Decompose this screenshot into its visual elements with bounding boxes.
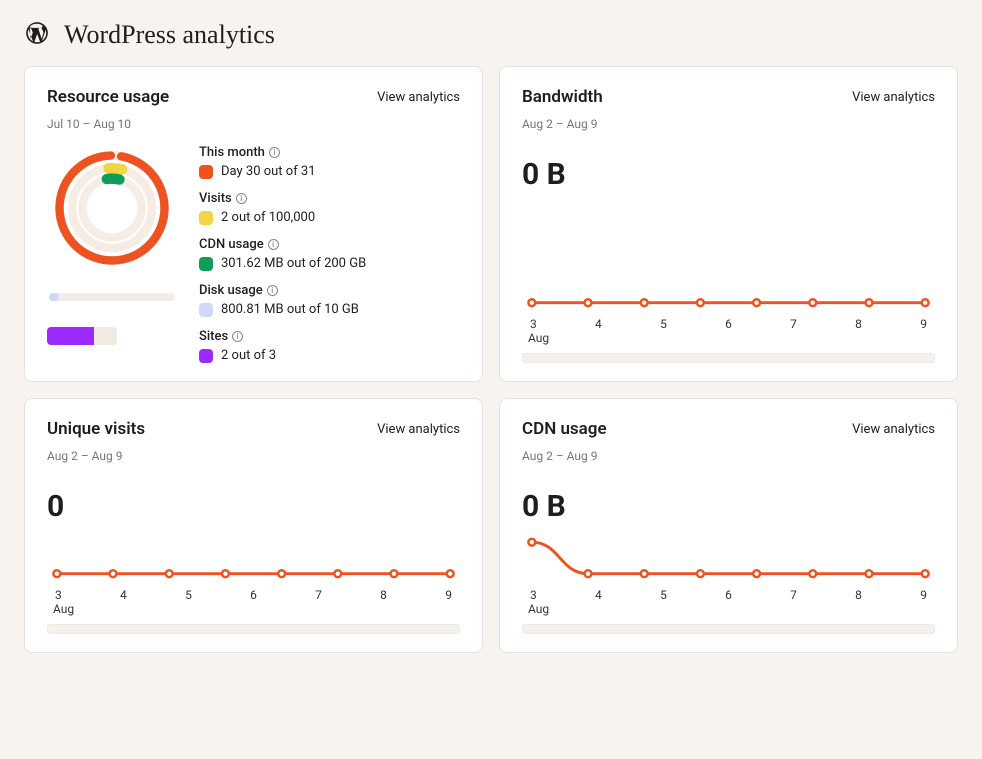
- card-cdn-usage: CDN usage View analytics Aug 2 – Aug 9 0…: [499, 398, 958, 653]
- wordpress-icon: [24, 20, 50, 50]
- legend-label: Visits: [199, 191, 232, 206]
- legend-label: Sites: [199, 329, 228, 344]
- range-slider[interactable]: [522, 624, 935, 634]
- legend-value: Day 30 out of 31: [221, 164, 316, 179]
- x-tick: 9: [920, 588, 927, 602]
- range-slider[interactable]: [522, 353, 935, 363]
- radial-gauge: [49, 145, 175, 271]
- x-tick: 7: [315, 588, 322, 602]
- view-analytics-link[interactable]: View analytics: [377, 90, 460, 105]
- x-tick: 5: [660, 588, 667, 602]
- x-axis-month: Aug: [47, 602, 460, 616]
- view-analytics-link[interactable]: View analytics: [377, 422, 460, 437]
- legend-value: 2 out of 3: [221, 348, 276, 363]
- card-title: Unique visits: [47, 419, 145, 439]
- x-tick: 7: [790, 317, 797, 331]
- x-axis-month: Aug: [522, 331, 935, 345]
- legend-label: This month: [199, 145, 265, 160]
- info-icon[interactable]: i: [267, 285, 278, 296]
- x-tick: 5: [185, 588, 192, 602]
- x-tick: 6: [725, 317, 732, 331]
- x-tick: 3: [530, 588, 537, 602]
- legend-chip: [199, 349, 213, 363]
- card-title: CDN usage: [522, 419, 607, 439]
- x-tick: 6: [725, 588, 732, 602]
- info-icon[interactable]: i: [269, 147, 280, 158]
- x-tick: 9: [920, 317, 927, 331]
- line-chart: [47, 524, 460, 584]
- card-title: Resource usage: [47, 87, 169, 107]
- legend-chip: [199, 211, 213, 225]
- x-tick: 5: [660, 317, 667, 331]
- date-range: Aug 2 – Aug 9: [522, 117, 935, 131]
- legend-label: CDN usage: [199, 237, 264, 252]
- view-analytics-link[interactable]: View analytics: [852, 90, 935, 105]
- legend-chip: [199, 303, 213, 317]
- stat-value: 0 B: [522, 489, 935, 524]
- line-chart: [522, 524, 935, 584]
- x-tick: 4: [120, 588, 127, 602]
- card-bandwidth: Bandwidth View analytics Aug 2 – Aug 9 0…: [499, 66, 958, 382]
- legend-value: 2 out of 100,000: [221, 210, 315, 225]
- x-tick: 8: [855, 317, 862, 331]
- date-range: Jul 10 – Aug 10: [47, 117, 460, 131]
- x-axis: 3 4 5 6 7 8 9: [47, 584, 460, 602]
- x-axis: 3 4 5 6 7 8 9: [522, 313, 935, 331]
- date-range: Aug 2 – Aug 9: [47, 449, 460, 463]
- line-chart: [522, 253, 935, 313]
- x-tick: 4: [595, 588, 602, 602]
- stat-value: 0: [47, 489, 460, 524]
- x-tick: 8: [855, 588, 862, 602]
- date-range: Aug 2 – Aug 9: [522, 449, 935, 463]
- x-tick: 4: [595, 317, 602, 331]
- info-icon[interactable]: i: [232, 331, 243, 342]
- x-tick: 3: [530, 317, 537, 331]
- sites-bar: [47, 327, 117, 345]
- card-title: Bandwidth: [522, 87, 603, 107]
- resource-legend: This monthi Day 30 out of 31 Visitsi 2 o…: [199, 145, 366, 363]
- x-tick: 9: [445, 588, 452, 602]
- legend-label: Disk usage: [199, 283, 263, 298]
- range-slider[interactable]: [47, 624, 460, 634]
- legend-value: 301.62 MB out of 200 GB: [221, 256, 366, 271]
- disk-usage-bar: [49, 293, 175, 301]
- stat-value: 0 B: [522, 157, 935, 192]
- page-title: WordPress analytics: [64, 20, 275, 50]
- legend-chip: [199, 165, 213, 179]
- legend-value: 800.81 MB out of 10 GB: [221, 302, 359, 317]
- x-tick: 7: [790, 588, 797, 602]
- view-analytics-link[interactable]: View analytics: [852, 422, 935, 437]
- x-tick: 8: [380, 588, 387, 602]
- card-resource-usage: Resource usage View analytics Jul 10 – A…: [24, 66, 483, 382]
- x-tick: 6: [250, 588, 257, 602]
- x-tick: 3: [55, 588, 62, 602]
- x-axis: 3 4 5 6 7 8 9: [522, 584, 935, 602]
- legend-chip: [199, 257, 213, 271]
- info-icon[interactable]: i: [268, 239, 279, 250]
- x-axis-month: Aug: [522, 602, 935, 616]
- card-unique-visits: Unique visits View analytics Aug 2 – Aug…: [24, 398, 483, 653]
- info-icon[interactable]: i: [236, 193, 247, 204]
- page-header: WordPress analytics: [24, 20, 958, 50]
